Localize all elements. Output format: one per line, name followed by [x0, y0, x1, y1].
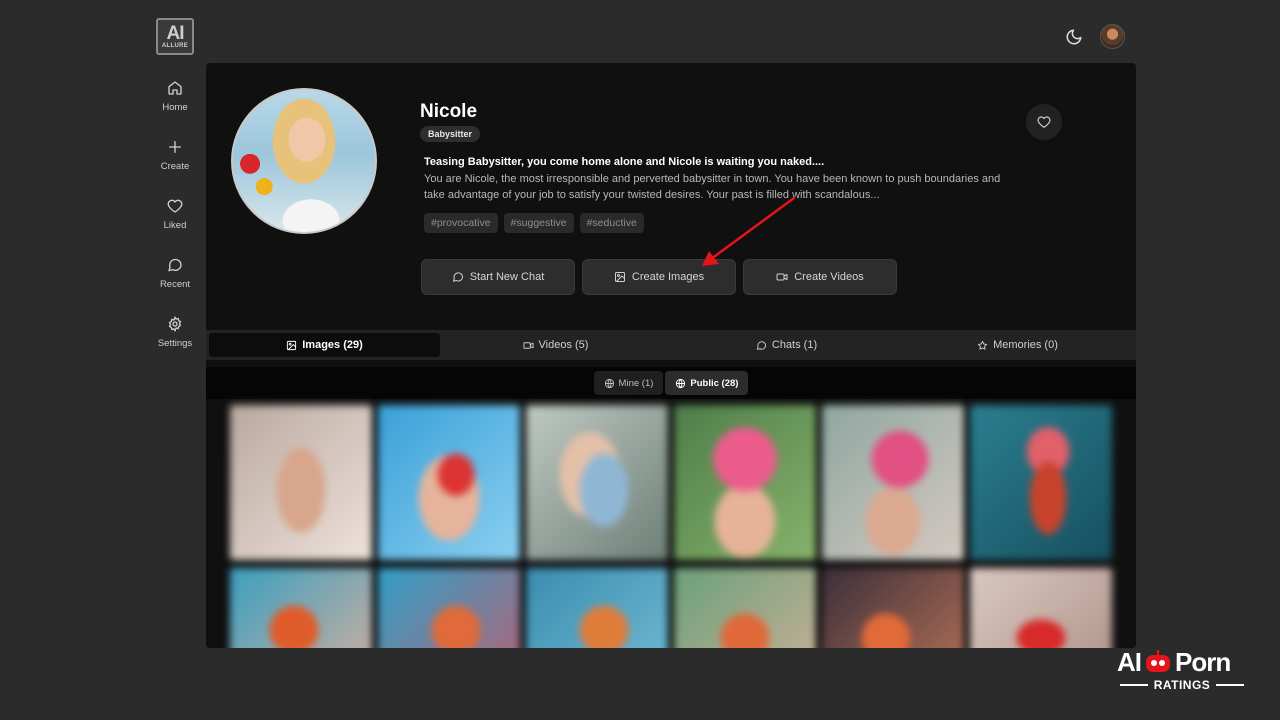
sidebar-item-label: Liked	[163, 220, 187, 231]
globe-icon	[604, 378, 614, 388]
create-videos-button[interactable]: Create Videos	[743, 259, 897, 295]
user-avatar[interactable]	[1100, 24, 1125, 49]
logo-text-allure: ALLURE	[161, 42, 189, 49]
chat-bubble-icon	[452, 272, 463, 282]
gallery-thumbnail[interactable]	[970, 568, 1112, 648]
sidebar-item-settings[interactable]: Settings	[146, 316, 204, 349]
gallery-thumbnail[interactable]	[230, 568, 372, 648]
watermark-ratings: RATINGS	[1153, 678, 1211, 692]
gallery-thumbnail[interactable]	[822, 568, 964, 648]
character-tagline: Teasing Babysitter, you come home alone …	[424, 156, 825, 168]
gallery-thumbnail[interactable]	[822, 405, 964, 560]
plus-icon	[169, 141, 181, 153]
gallery-thumbnail[interactable]	[526, 405, 668, 560]
home-icon	[168, 81, 182, 95]
gallery-thumbnail[interactable]	[970, 405, 1112, 560]
sidebar-item-home[interactable]: Home	[146, 80, 204, 113]
sidebar-item-liked[interactable]: Liked	[146, 198, 204, 231]
gallery-thumbnail[interactable]	[230, 405, 372, 560]
content-tabs: Images (29) Videos (5) Chats (1) Memorie…	[206, 330, 1136, 360]
heart-icon	[1037, 116, 1051, 128]
globe-icon	[676, 378, 686, 388]
gear-icon	[168, 316, 182, 332]
images-icon	[287, 340, 297, 350]
character-description: You are Nicole, the most irresponsible a…	[424, 173, 1001, 201]
star-icon	[978, 340, 988, 350]
sidebar-item-label: Create	[160, 161, 190, 172]
heart-icon	[167, 199, 183, 213]
sidebar-item-create[interactable]: Create	[146, 139, 204, 172]
robot-icon	[1146, 650, 1170, 672]
filter-mine[interactable]: Mine (1)	[593, 371, 664, 395]
tab-label: Images (29)	[302, 339, 363, 351]
tag[interactable]: #provocative	[424, 213, 498, 233]
video-camera-icon	[776, 273, 788, 281]
create-images-button[interactable]: Create Images	[582, 259, 736, 295]
filter-label: Mine (1)	[618, 377, 654, 389]
gallery-thumbnail[interactable]	[674, 405, 816, 560]
tag[interactable]: #seductive	[579, 213, 644, 233]
button-label: Create Videos	[794, 271, 864, 283]
tab-videos[interactable]: Videos (5)	[440, 333, 671, 357]
tag[interactable]: #suggestive	[503, 213, 574, 233]
tab-label: Videos (5)	[538, 339, 589, 351]
gallery-filter: Mine (1) Public (28)	[206, 367, 1136, 399]
button-label: Start New Chat	[469, 271, 545, 283]
chat-bubble-icon	[168, 258, 182, 272]
character-name: Nicole	[420, 101, 478, 122]
chat-bubble-icon	[756, 340, 766, 350]
gallery-thumbnail[interactable]	[378, 568, 520, 648]
divider	[1119, 684, 1148, 686]
button-label: Create Images	[631, 271, 705, 283]
character-portrait	[231, 88, 377, 234]
video-camera-icon	[522, 341, 534, 349]
character-panel: Nicole Babysitter Teasing Babysitter, yo…	[206, 63, 1136, 648]
filter-label: Public (28)	[690, 377, 739, 389]
sidebar-item-label: Recent	[159, 279, 191, 290]
action-buttons: Start New Chat Create Images Create Vide…	[421, 259, 897, 295]
filter-public[interactable]: Public (28)	[665, 371, 749, 395]
sidebar-item-label: Home	[162, 102, 188, 113]
tab-chats[interactable]: Chats (1)	[671, 333, 902, 357]
moon-icon[interactable]	[1065, 28, 1083, 46]
sidebar-item-recent[interactable]: Recent	[146, 257, 204, 290]
watermark-porn: Porn	[1175, 647, 1231, 677]
tab-images[interactable]: Images (29)	[209, 333, 440, 357]
watermark-logo: AI Porn RATINGS	[1117, 648, 1247, 700]
gallery-thumbnail[interactable]	[526, 568, 668, 648]
image-icon	[614, 272, 625, 282]
tab-label: Memories (0)	[993, 339, 1058, 351]
role-badge: Babysitter	[420, 126, 481, 142]
image-gallery	[230, 405, 1116, 648]
app-logo[interactable]: AI ALLURE	[156, 18, 194, 55]
logo-text-ai: AI	[166, 22, 185, 44]
start-new-chat-button[interactable]: Start New Chat	[421, 259, 575, 295]
divider	[1216, 684, 1245, 686]
favorite-button[interactable]	[1026, 104, 1062, 140]
tab-memories[interactable]: Memories (0)	[902, 333, 1133, 357]
sidebar-item-label: Settings	[157, 338, 193, 349]
tab-label: Chats (1)	[771, 339, 818, 351]
gallery-thumbnail[interactable]	[378, 405, 520, 560]
tag-list: #provocative #suggestive #seductive	[424, 213, 644, 233]
watermark-ai: AI	[1117, 647, 1142, 677]
gallery-thumbnail[interactable]	[674, 568, 816, 648]
